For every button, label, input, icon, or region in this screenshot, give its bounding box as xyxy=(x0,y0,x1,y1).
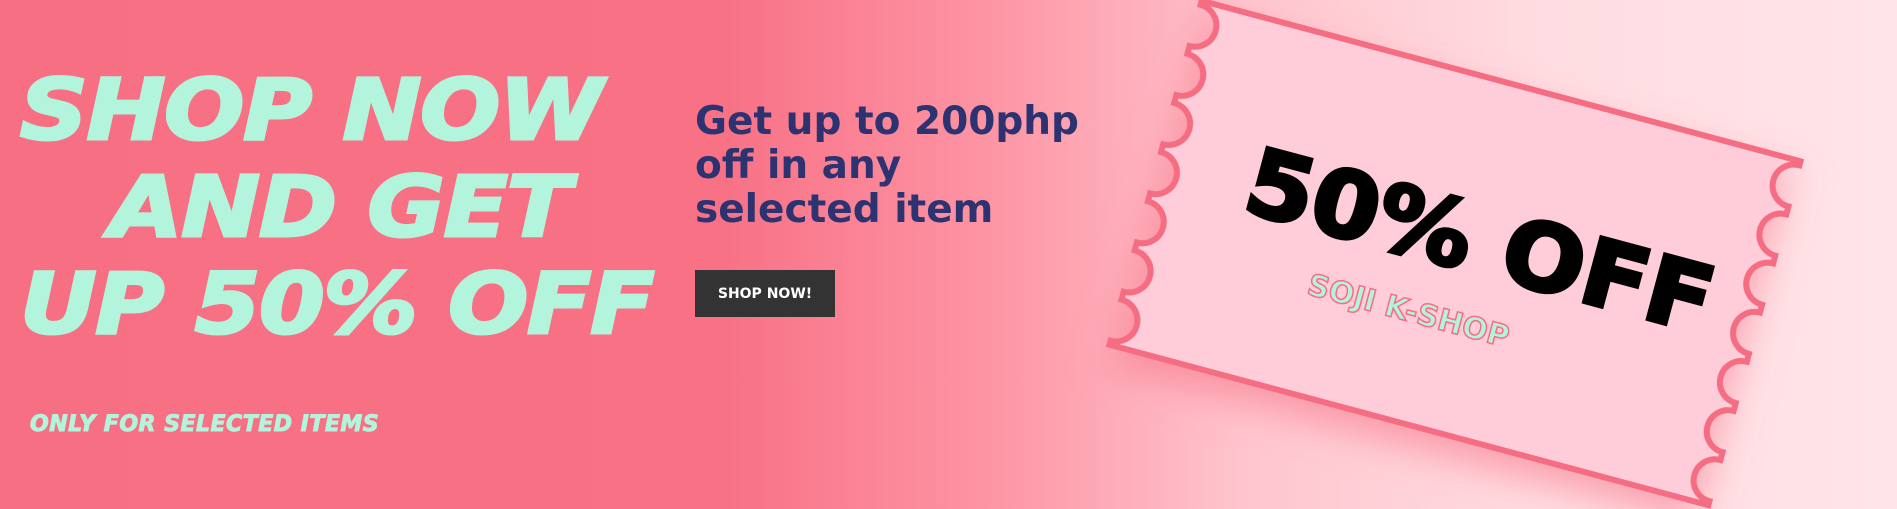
coupon-ticket: 50% OFF SOJI K-SHOP xyxy=(1105,0,1805,509)
